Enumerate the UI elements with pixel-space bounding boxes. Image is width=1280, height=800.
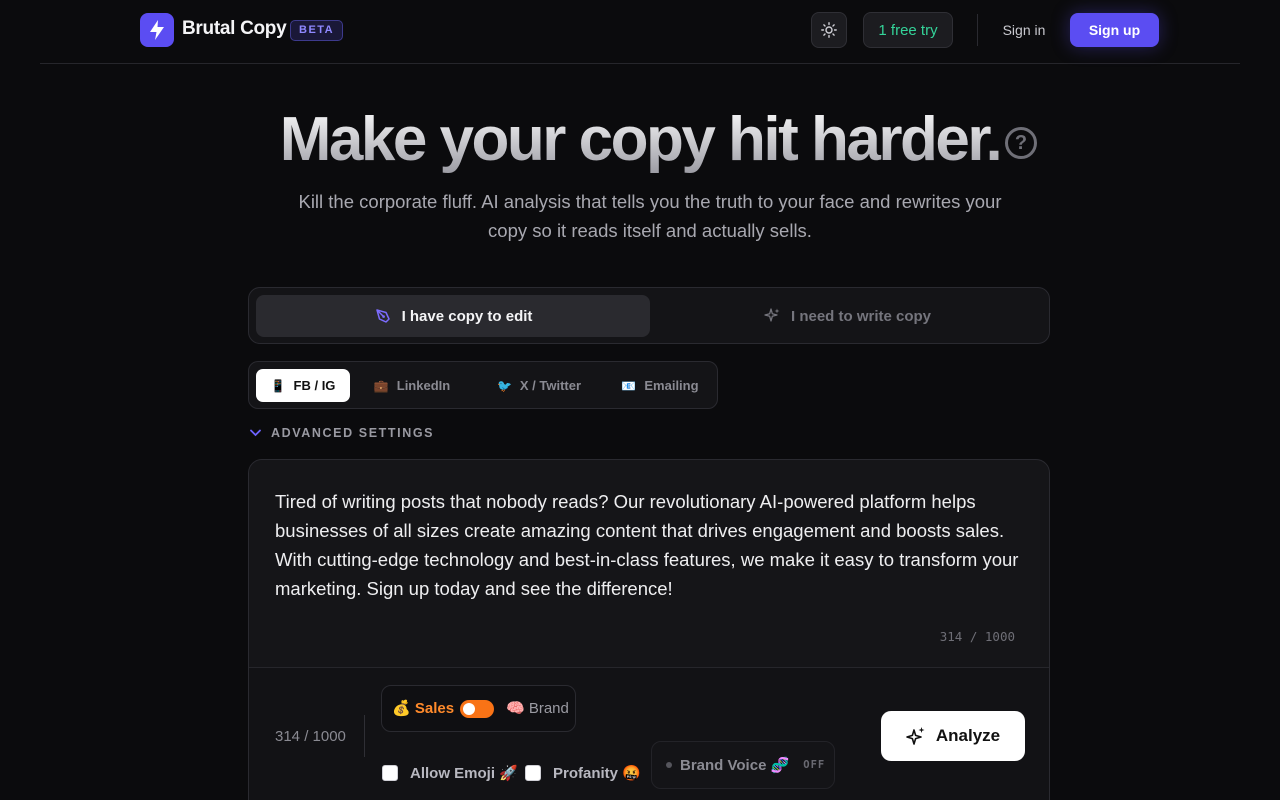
tab-edit-copy-label: I have copy to edit [401,307,533,325]
profanity-label: Profanity 🤬 [553,765,641,782]
free-try-badge[interactable]: 1 free try [863,12,953,48]
app-root: Brutal Copy BETA 1 free try Sign in Sign… [0,0,1280,800]
advanced-settings-label: ADVANCED SETTINGS [271,426,435,440]
brand-option[interactable]: 🧠 Brand [506,699,569,717]
analyze-label: Analyze [935,726,1001,745]
tab-fb-ig[interactable]: 📱 FB / IG [256,369,350,402]
sales-brand-switch: 💰 Sales 🧠 Brand [381,685,576,732]
toggle-knob [463,703,475,715]
allow-emoji-checkbox[interactable] [382,765,398,781]
platform-tabs: 📱 FB / IG 💼 LinkedIn 🐦 X / Twitter 📧 Ema… [248,361,718,409]
sparkles-icon [764,308,780,322]
char-counter-top: 314 / 1000 [939,629,1015,644]
copy-textarea[interactable]: Tired of writing posts that nobody reads… [275,487,1035,603]
allow-emoji-option[interactable]: Allow Emoji 🚀 [382,750,518,796]
tab-linkedin-label: LinkedIn [396,378,451,393]
header-divider [977,14,978,46]
email-icon: 📧 [621,378,637,393]
sales-brand-toggle[interactable] [460,700,494,718]
allow-emoji-label: Allow Emoji 🚀 [410,765,518,782]
footer-divider [364,715,365,757]
briefcase-icon: 💼 [373,378,389,393]
tab-emailing[interactable]: 📧 Emailing [608,369,712,402]
phone-icon: 📱 [270,378,286,393]
profanity-checkbox[interactable] [525,765,541,781]
profanity-option[interactable]: Profanity 🤬 [525,750,641,796]
brand-voice-label: Brand Voice 🧬 [680,757,790,774]
sales-option[interactable]: 💰 Sales [392,699,454,717]
beta-badge: BETA [290,20,344,41]
status-dot-icon [666,762,672,768]
pen-icon [375,309,390,323]
tab-emailing-label: Emailing [644,378,699,393]
sparkles-icon [906,727,925,745]
brand-voice-state: OFF [803,759,826,771]
sun-icon [821,22,837,38]
sign-up-button[interactable]: Sign up [1070,13,1159,47]
top-header: Brutal Copy BETA 1 free try Sign in Sign… [40,0,1240,64]
brand-name[interactable]: Brutal Copy [182,18,287,40]
hero-subtitle: Kill the corporate fluff. AI analysis th… [298,191,1002,241]
brand-voice-toggle[interactable]: Brand Voice 🧬 OFF [651,741,835,789]
logo-bolt-icon[interactable] [140,13,174,47]
sign-in-button[interactable]: Sign in [990,12,1058,48]
tab-write-copy[interactable]: I need to write copy [650,295,1044,337]
tab-edit-copy[interactable]: I have copy to edit [256,295,650,337]
bird-icon: 🐦 [496,378,512,393]
tab-x-twitter[interactable]: 🐦 X / Twitter [476,369,602,402]
tab-fb-ig-label: FB / IG [293,378,336,393]
chevron-down-icon [250,429,261,437]
editor-card: Tired of writing posts that nobody reads… [248,459,1050,800]
analyze-button[interactable]: Analyze [881,711,1025,761]
theme-toggle-button[interactable] [811,12,847,48]
char-counter-bottom: 314 / 1000 [275,728,346,745]
tab-linkedin[interactable]: 💼 LinkedIn [360,369,464,402]
hero-title: Make your copy hit harder. [0,104,1280,175]
help-icon[interactable]: ? [1005,127,1037,159]
tab-write-copy-label: I need to write copy [790,307,932,325]
advanced-settings-toggle[interactable]: ADVANCED SETTINGS [250,426,434,440]
tab-x-twitter-label: X / Twitter [519,378,582,393]
mode-selector: I have copy to edit I need to write copy [248,287,1050,344]
